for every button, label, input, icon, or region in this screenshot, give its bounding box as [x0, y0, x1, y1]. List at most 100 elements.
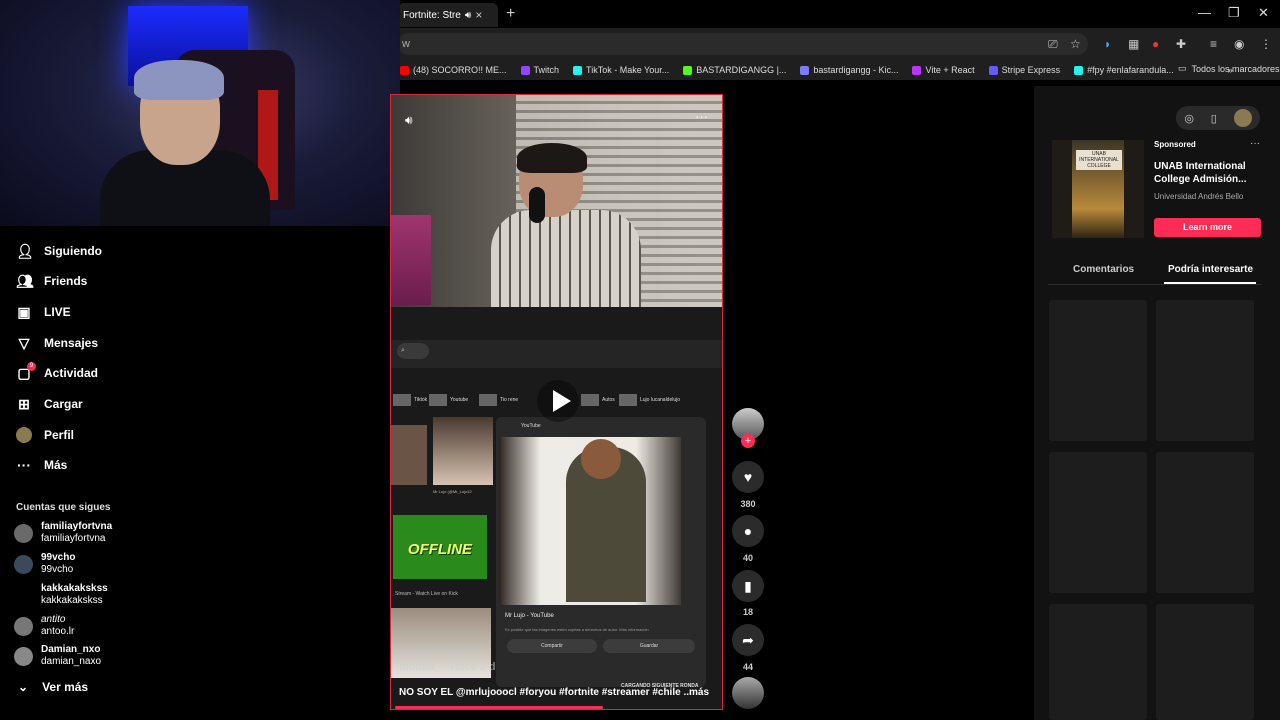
tab-close-icon[interactable]: × [475, 8, 482, 22]
bookmark-item[interactable]: (48) SOCORRO!! ME... [400, 65, 507, 75]
suggested-video-tile[interactable] [1049, 300, 1147, 441]
screen-chip: Tiktok [393, 393, 427, 407]
webcam-person-hair [134, 60, 224, 100]
close-window-button[interactable]: ✕ [1258, 5, 1269, 21]
followed-account[interactable]: familiayfortvna familiayfortvna [14, 521, 112, 545]
save-count: 18 [742, 607, 753, 617]
media-icon[interactable]: ≡ [1210, 37, 1217, 51]
twitch-icon [520, 65, 530, 75]
video-person-hair [517, 143, 587, 173]
learn-more-button[interactable]: Learn more [1154, 218, 1261, 237]
tab-title: Fortnite: Stream [403, 9, 461, 21]
followed-account[interactable]: Damian_nxo damian_naxo [14, 644, 101, 668]
ad-title[interactable]: UNAB International College Admisión... [1154, 160, 1254, 186]
all-bookmarks[interactable]: ▭ Todos los marcadores [1178, 63, 1280, 74]
avatar [14, 586, 33, 605]
browser-tab[interactable]: Fortnite: Stream 🔊︎ × [398, 3, 498, 27]
profile-avatar-icon[interactable]: ◉ [1234, 37, 1244, 51]
avatar [14, 616, 33, 636]
comment-count: 40 [742, 553, 753, 563]
screen-share-button: Compartir [507, 639, 597, 653]
menu-icon[interactable]: ⋮ [1260, 37, 1272, 51]
like-button[interactable]: ♥ [732, 461, 764, 493]
activity-badge: 9 [27, 362, 36, 371]
play-icon[interactable] [553, 390, 571, 412]
comment-button[interactable]: ● [732, 515, 764, 547]
bookmark-item[interactable]: #fpy #enlafarandula... [1074, 65, 1174, 75]
screen-thumbnail [433, 417, 493, 485]
suggested-video-tile[interactable] [1049, 604, 1147, 720]
followed-account[interactable]: kakkakakskss kakkakakskss [14, 583, 108, 607]
suggested-video-tile[interactable] [1156, 452, 1254, 593]
bookmark-star-icon[interactable]: ☆ [1070, 37, 1081, 51]
screen-offline-banner: OFFLINE [393, 515, 487, 579]
see-more-button[interactable]: ⌄ Ver más [18, 680, 88, 694]
bookmark-item[interactable]: bastardigangg - Kic... [800, 65, 898, 75]
puzzle-icon[interactable]: ✚ [1176, 37, 1186, 51]
video-progress-bar[interactable] [395, 706, 603, 709]
followed-account[interactable]: 99vcho 99vcho [14, 552, 75, 576]
tiktok-icon [573, 65, 583, 75]
video-player[interactable]: 🔊︎ ··· ⌕ Tiktok Youtube Tio rene Autos L… [390, 94, 723, 710]
screen-offline-caption: Stream - Watch Live on Kick [395, 591, 458, 597]
bookmark-item[interactable]: TikTok - Make Your... [573, 65, 669, 75]
folder-icon: ▭ [1178, 63, 1187, 73]
extension-audio-icon[interactable]: ◗ [1104, 37, 1111, 51]
maximize-button[interactable]: ❐ [1228, 5, 1240, 21]
tab-podria-interesarte[interactable]: Podría interesarte [1168, 264, 1253, 275]
nav-friends[interactable]: 👥︎ Friends [16, 270, 87, 292]
follow-button[interactable]: + [741, 434, 755, 448]
bookmark-item[interactable]: Stripe Express [988, 65, 1060, 75]
user-avatar[interactable] [1234, 109, 1252, 127]
avatar [14, 523, 33, 543]
bookmark-item[interactable]: BASTARDIGANGG |... [683, 65, 786, 75]
active-tab-indicator [1164, 282, 1256, 284]
address-bar[interactable]: w [398, 33, 1088, 55]
nav-perfil[interactable]: Perfil [16, 424, 74, 446]
tab-comentarios[interactable]: Comentarios [1073, 264, 1134, 275]
suggested-video-tile[interactable] [1049, 452, 1147, 593]
audio-icon[interactable]: 🔊︎ [465, 10, 471, 21]
stripe-icon [988, 65, 998, 75]
nav-live[interactable]: ▣ LIVE [16, 301, 70, 323]
screen-ghost-username: mbitaa_ · Hace 2 d [399, 661, 496, 673]
screen-youtube-desc: Es posible que las imágenes estén sujeta… [505, 627, 649, 632]
screen-search-icon: ⌕ [397, 343, 429, 359]
bookmark-item[interactable]: Vite + React [912, 65, 975, 75]
save-button[interactable]: ▮ [732, 570, 764, 602]
new-tab-button[interactable]: + [506, 5, 515, 23]
kick-alt-icon [800, 65, 810, 75]
nav-siguiendo[interactable]: 👤︎ Siguiendo [16, 240, 102, 262]
bookmarks-bar: (48) SOCORRO!! ME... Twitch TikTok - Mak… [398, 60, 1280, 80]
bookmark-item[interactable]: Twitch [520, 65, 559, 75]
nav-cargar[interactable]: ⊞ Cargar [16, 393, 83, 415]
profile-icon [16, 427, 32, 443]
webcam-overlay [0, 0, 400, 226]
ad-more-icon[interactable]: ··· [1250, 138, 1260, 149]
suggested-video-tile[interactable] [1156, 604, 1254, 720]
next-creator-avatar[interactable] [732, 677, 764, 709]
following-icon: 👤︎ [16, 242, 34, 259]
nav-mas[interactable]: ··· Más [16, 454, 67, 476]
avatar [14, 646, 33, 666]
minimize-button[interactable]: — [1198, 5, 1211, 20]
video-more-icon[interactable]: ··· [695, 109, 708, 124]
video-person-shirt [491, 210, 641, 310]
caption-more-button[interactable]: más [689, 687, 709, 698]
nav-mensajes[interactable]: ▽ Mensajes [16, 332, 98, 354]
compass-icon[interactable]: ◎ [1184, 112, 1194, 125]
device-icon[interactable]: ▯ [1211, 112, 1217, 125]
messages-icon: ▽ [18, 334, 30, 351]
live-icon: ▣ [17, 303, 31, 320]
volume-icon[interactable]: 🔊︎ [405, 113, 413, 128]
cast-icon[interactable]: ⎚ [1048, 37, 1058, 52]
followed-account[interactable]: antito antoo.lr [14, 614, 74, 638]
share-button[interactable]: ➦ [732, 624, 764, 656]
video-headphone [529, 187, 545, 223]
extension-red-icon[interactable]: ● [1152, 37, 1159, 51]
sponsored-label: Sponsored [1154, 140, 1196, 149]
chevron-down-icon: ⌄ [18, 680, 29, 694]
suggested-video-tile[interactable] [1156, 300, 1254, 441]
avatar [14, 554, 33, 574]
extension-icon[interactable]: ▦ [1128, 37, 1139, 51]
